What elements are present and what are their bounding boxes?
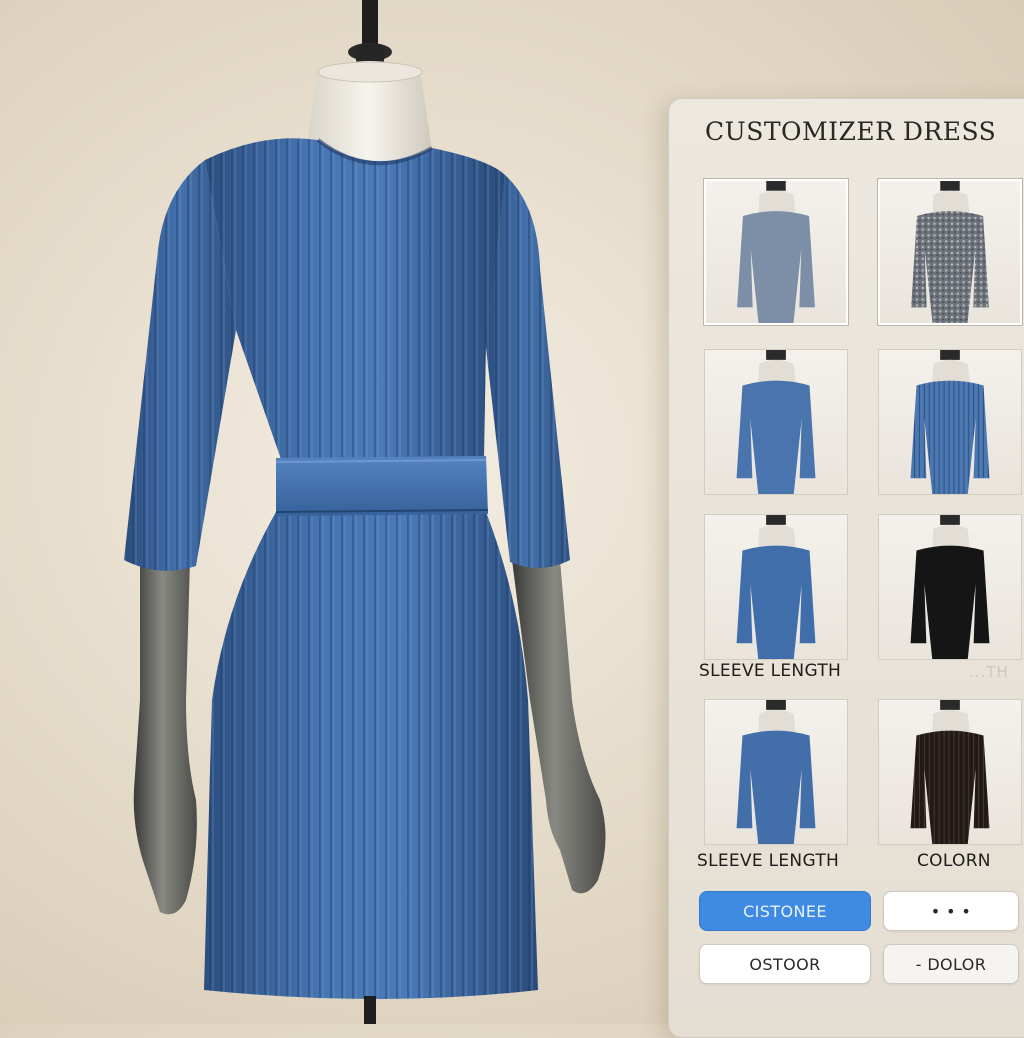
color-button[interactable]: - DOLOR — [883, 944, 1019, 984]
options-button[interactable]: • • • — [883, 891, 1019, 931]
customize-button[interactable]: CISTONEE — [699, 891, 871, 931]
thumbnail-blue-satin-2[interactable] — [704, 699, 848, 845]
faded-label: ...TH — [969, 663, 1009, 681]
mannequin-display — [0, 0, 680, 1024]
sleeve-length-label: SLEEVE LENGTH — [699, 661, 842, 681]
panel-title: CUSTOMIZER DRESS — [705, 117, 997, 146]
thumbnail-blue-ribbed[interactable] — [878, 349, 1022, 495]
sleeve-length-label-2: SLEEVE LENGTH — [697, 851, 840, 871]
custom-color-button[interactable]: OSTOOR — [699, 944, 871, 984]
thumbnail-blue-satin[interactable] — [704, 514, 848, 660]
color-label: COLORN — [917, 851, 991, 871]
thumbnail-black-ribbed[interactable] — [878, 699, 1022, 845]
thumbnail-blue-plain[interactable] — [704, 349, 848, 495]
thumbnail-gray-speckled[interactable] — [878, 179, 1022, 325]
customizer-panel: CUSTOMIZER DRESS SLEEVE LENGTH ...TH SLE… — [668, 98, 1024, 1038]
thumbnail-gray-plain[interactable] — [704, 179, 848, 325]
dress-preview-image — [124, 0, 606, 1024]
thumbnail-black-plain[interactable] — [878, 514, 1022, 660]
